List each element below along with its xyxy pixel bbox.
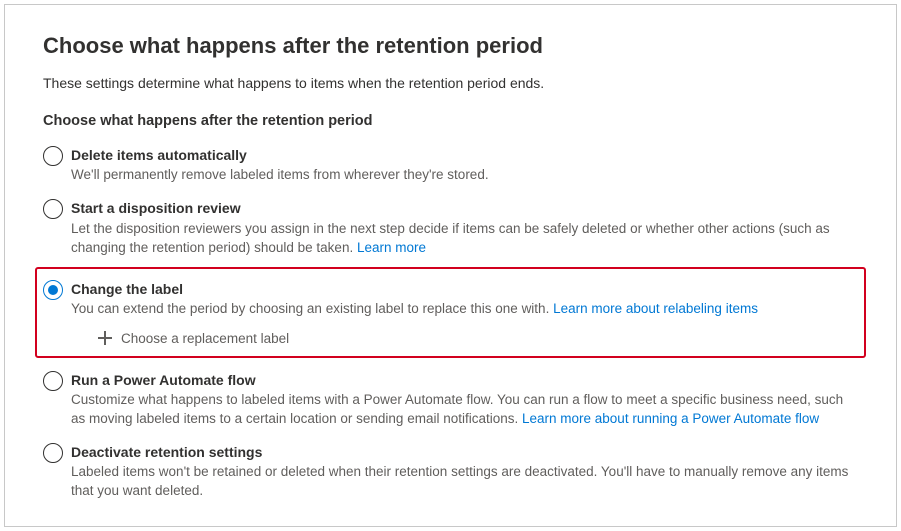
plus-icon [97,330,113,346]
option-change-desc: You can extend the period by choosing an… [71,301,553,316]
page-title: Choose what happens after the retention … [43,33,858,59]
flow-learn-more-link[interactable]: Learn more about running a Power Automat… [522,411,819,426]
section-heading: Choose what happens after the retention … [43,113,858,129]
option-delete-desc: We'll permanently remove labeled items f… [71,165,858,184]
option-change-desc-row: You can extend the period by choosing an… [71,299,858,318]
option-delete[interactable]: Delete items automatically We'll permane… [43,141,858,194]
retention-settings-panel: Choose what happens after the retention … [4,4,897,527]
option-delete-title: Delete items automatically [71,145,858,165]
option-deactivate-desc: Labeled items won't be retained or delet… [71,462,858,500]
option-change-title: Change the label [71,279,858,299]
option-flow-title: Run a Power Automate flow [71,370,858,390]
option-change[interactable]: Change the label You can extend the peri… [43,275,858,322]
option-change-highlight: Change the label You can extend the peri… [35,267,866,358]
option-flow[interactable]: Run a Power Automate flow Customize what… [43,366,858,438]
radio-change[interactable] [43,280,63,300]
radio-review[interactable] [43,199,63,219]
option-review-title: Start a disposition review [71,198,858,218]
option-deactivate-title: Deactivate retention settings [71,442,858,462]
choose-replacement-label-text: Choose a replacement label [121,331,289,346]
option-review-desc-row: Let the disposition reviewers you assign… [43,219,858,257]
page-intro: These settings determine what happens to… [43,75,858,91]
radio-delete[interactable] [43,146,63,166]
choose-replacement-label-button[interactable]: Choose a replacement label [97,330,858,346]
option-flow-desc-row: Customize what happens to labeled items … [71,390,858,428]
option-deactivate[interactable]: Deactivate retention settings Labeled it… [43,438,858,510]
option-review-desc: Let the disposition reviewers you assign… [71,221,830,255]
radio-flow[interactable] [43,371,63,391]
change-learn-more-link[interactable]: Learn more about relabeling items [553,301,758,316]
review-learn-more-link[interactable]: Learn more [357,240,426,255]
radio-deactivate[interactable] [43,443,63,463]
